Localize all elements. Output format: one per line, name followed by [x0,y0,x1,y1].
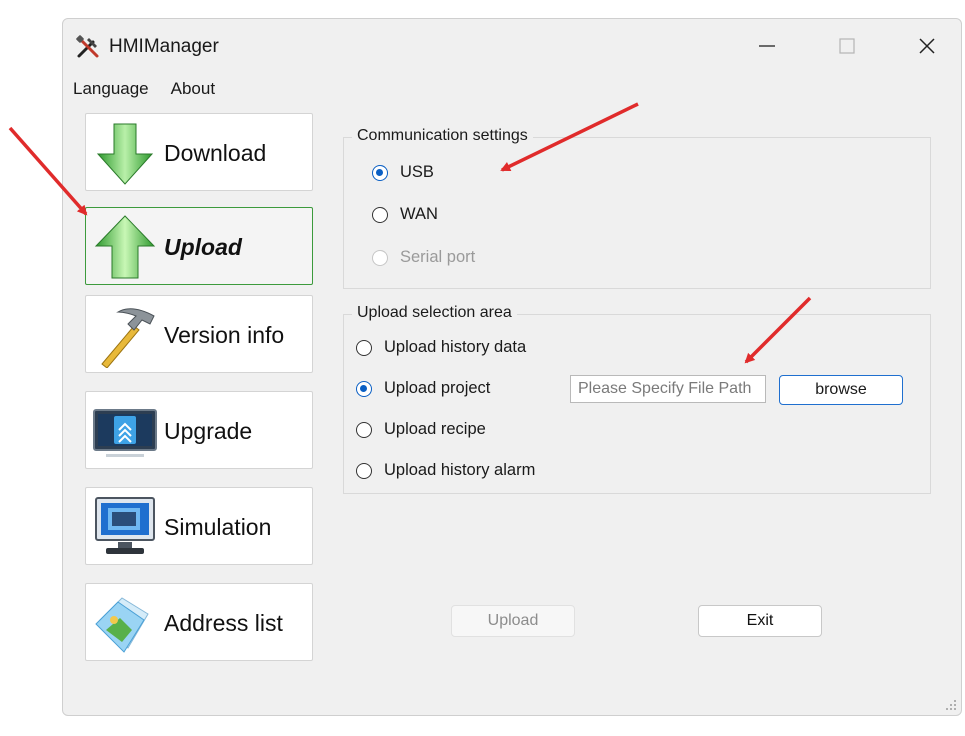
window-title: HMIManager [109,36,219,57]
close-button[interactable] [903,29,951,63]
sidebar-item-upgrade[interactable]: Upgrade [85,391,313,469]
download-arrow-icon [96,123,154,185]
radio-label: Serial port [400,248,476,266]
radio-upload-history-alarm[interactable]: Upload history alarm [356,461,535,480]
hmimanager-window: HMIManager Language About Download Uploa… [62,18,962,716]
sidebar-item-version-info[interactable]: Version info [85,295,313,373]
sidebar-item-label: Version info [164,322,285,348]
sidebar-item-download[interactable]: Download [85,113,313,191]
maximize-icon [839,38,855,54]
maximize-button[interactable] [823,29,871,63]
radio-checked-icon [372,164,388,181]
group-title: Upload selection area [352,304,517,322]
menu-language[interactable]: Language [63,77,160,101]
radio-upload-project[interactable]: Upload project [356,379,490,398]
radio-label: USB [400,163,434,181]
minimize-button[interactable] [743,29,791,63]
radio-disabled-icon [372,249,388,266]
simulation-monitor-icon [95,497,155,554]
upgrade-monitor-icon [93,409,157,457]
radio-unchecked-icon [356,462,372,479]
hammer-icon [101,308,155,368]
file-path-input[interactable] [570,375,766,403]
close-icon [919,38,935,54]
upload-button[interactable]: Upload [451,605,575,637]
sidebar-item-address-list[interactable]: Address list [85,583,313,661]
radio-checked-icon [356,380,372,397]
group-title: Communication settings [352,127,533,145]
radio-label: Upload history alarm [384,461,536,479]
radio-unchecked-icon [372,206,388,223]
sidebar-item-upload[interactable]: Upload [85,207,313,285]
minimize-icon [759,45,775,47]
upload-arrow-icon [94,215,156,279]
sidebar-item-label: Upgrade [164,418,253,444]
menu-bar: Language About [63,77,226,101]
sidebar-item-label: Download [164,140,267,166]
radio-unchecked-icon [356,421,372,438]
radio-serial-port: Serial port [372,248,475,267]
sidebar-item-label: Address list [164,610,283,636]
resize-grip-icon[interactable] [945,699,957,711]
radio-label: Upload project [384,379,491,397]
radio-label: Upload history data [384,338,527,356]
radio-upload-history-data[interactable]: Upload history data [356,338,526,357]
radio-usb[interactable]: USB [372,163,434,182]
sidebar-item-label: Simulation [164,514,272,540]
radio-unchecked-icon [356,339,372,356]
browse-button[interactable]: browse [779,375,903,405]
address-folder-icon [95,597,149,653]
radio-label: Upload recipe [384,420,486,438]
radio-wan[interactable]: WAN [372,205,438,224]
menu-about[interactable]: About [160,77,226,101]
sidebar-item-simulation[interactable]: Simulation [85,487,313,565]
radio-label: WAN [400,205,438,223]
sidebar-item-label: Upload [164,234,242,260]
tools-app-icon [76,35,99,58]
exit-button[interactable]: Exit [698,605,822,637]
title-bar: HMIManager [63,19,961,73]
radio-upload-recipe[interactable]: Upload recipe [356,420,486,439]
